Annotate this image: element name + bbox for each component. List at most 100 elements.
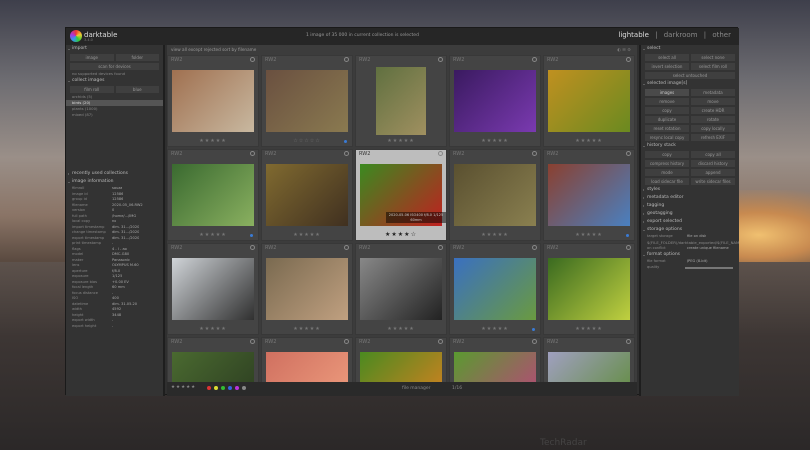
layout-dropdown[interactable]: file manager <box>402 386 431 391</box>
module-header[interactable]: geotagging <box>641 210 739 218</box>
action-button[interactable]: load sidecar file <box>645 178 689 185</box>
thumbnail-menu-icon[interactable] <box>626 339 631 344</box>
thumbnail-menu-icon[interactable] <box>344 151 349 156</box>
action-button[interactable]: append <box>691 169 735 176</box>
zoom-dropdown[interactable]: 1/16 <box>452 386 462 391</box>
thumbnail-cell[interactable]: RW2 ★★★★★ <box>449 55 541 147</box>
thumbnail-menu-icon[interactable] <box>250 57 255 62</box>
thumbnail-stars[interactable]: ★★★★★ <box>450 326 540 332</box>
thumbnail-menu-icon[interactable] <box>344 57 349 62</box>
thumbnail-cell[interactable]: RW2 ★★★★★ <box>167 149 259 241</box>
module-header[interactable]: tagging <box>641 202 739 210</box>
thumbnail-stars[interactable]: ★★★★★ <box>356 326 446 332</box>
color-label-dot[interactable] <box>207 386 211 390</box>
view-lighttable[interactable]: lightable <box>618 31 649 39</box>
format-options-header[interactable]: format options <box>641 251 739 259</box>
action-button[interactable]: rotate <box>691 116 735 123</box>
thumbnail-cell[interactable]: RW2 2020-05-06 ISO400 f/8.0 1/125 60mm ★★★… <box>355 149 447 241</box>
invert-selection-button[interactable]: invert selection <box>645 63 689 70</box>
thumbnail-stars[interactable]: ★★★★☆ <box>356 231 446 238</box>
thumbnail-menu-icon[interactable] <box>344 245 349 250</box>
thumbnail-cell[interactable]: RW2 ★★★★★ <box>543 243 635 335</box>
action-button[interactable]: reset rotation <box>645 125 689 132</box>
thumbnail-menu-icon[interactable] <box>438 339 443 344</box>
module-header[interactable]: metadata editor <box>641 194 739 202</box>
thumbnail-menu-icon[interactable] <box>250 339 255 344</box>
thumbnail-cell[interactable]: RW2 ★★★★★ <box>543 55 635 147</box>
thumbnail-cell[interactable]: RW2 ☆☆☆☆☆ <box>261 55 353 147</box>
target-storage-value[interactable]: file on disk <box>687 234 706 240</box>
color-label-dot[interactable] <box>235 386 239 390</box>
quality-slider[interactable] <box>685 266 733 269</box>
action-button[interactable]: copy <box>645 151 689 158</box>
tab-metadata[interactable]: metadata <box>691 89 735 96</box>
thumbnail-menu-icon[interactable] <box>532 339 537 344</box>
thumbnail-stars[interactable]: ★★★★★ <box>168 232 258 238</box>
collect-value-field[interactable]: blue <box>115 86 159 93</box>
thumbnail-cell[interactable]: RW2 ★★★★★ <box>449 149 541 241</box>
thumbnail-cell[interactable]: RW2 ★★★★★ <box>355 243 447 335</box>
thumbnail-cell[interactable]: RW2 ★★★★★ <box>261 149 353 241</box>
thumbnail-menu-icon[interactable] <box>626 245 631 250</box>
thumbnail-menu-icon[interactable] <box>250 245 255 250</box>
import-image-button[interactable]: image <box>70 54 114 61</box>
selected-images-header[interactable]: selected image[s] <box>641 80 739 88</box>
recent-collections-header[interactable]: recently used collections <box>66 170 163 178</box>
tab-images[interactable]: images <box>645 89 689 96</box>
action-button[interactable]: move <box>691 98 735 105</box>
thumbnail-cell[interactable]: RW2 ★★★★★ <box>355 55 447 147</box>
thumbnail-stars[interactable]: ★★★★★ <box>450 232 540 238</box>
color-label-dot[interactable] <box>214 386 218 390</box>
thumbnail-cell[interactable]: RW2 ★★★★★ <box>167 55 259 147</box>
view-filter-dropdown[interactable]: all except rejected <box>182 47 221 52</box>
thumbnail-menu-icon[interactable] <box>532 151 537 156</box>
thumbnail-menu-icon[interactable] <box>438 151 443 156</box>
file-format-value[interactable]: JPEG (8-bit) <box>687 259 708 265</box>
action-button[interactable]: discard history <box>691 160 735 167</box>
select-untouched-button[interactable]: select untouched <box>645 72 735 79</box>
rating-stars[interactable]: ★★★★★ <box>171 385 196 390</box>
thumbnail-stars[interactable]: ★★★★★ <box>262 326 352 332</box>
thumbnail-cell[interactable]: RW2 ★★★★★ <box>167 243 259 335</box>
thumbnail-stars[interactable]: ★★★★★ <box>356 138 446 144</box>
thumbnail-menu-icon[interactable] <box>532 57 537 62</box>
thumbnail-stars[interactable]: ★★★★★ <box>544 232 634 238</box>
select-section-header[interactable]: select <box>641 45 739 53</box>
thumbnail-cell[interactable]: RW2 ★★★★★ <box>543 149 635 241</box>
storage-options-header[interactable]: storage options <box>641 226 739 234</box>
action-button[interactable]: compress history <box>645 160 689 167</box>
thumbnail-stars[interactable]: ★★★★★ <box>168 326 258 332</box>
thumbnail-menu-icon[interactable] <box>438 57 443 62</box>
history-stack-header[interactable]: history stack <box>641 142 739 150</box>
thumbnail-menu-icon[interactable] <box>344 339 349 344</box>
action-button[interactable]: copy locally <box>691 125 735 132</box>
action-button[interactable]: duplicate <box>645 116 689 123</box>
thumbnail-cell[interactable]: RW2 ★★★★★ <box>449 243 541 335</box>
color-label-dot[interactable] <box>242 386 246 390</box>
thumbnail-stars[interactable]: ★★★★★ <box>168 138 258 144</box>
thumbnail-menu-icon[interactable] <box>438 245 443 250</box>
thumbnail-menu-icon[interactable] <box>250 151 255 156</box>
select-film-roll-button[interactable]: select film roll <box>691 63 735 70</box>
action-button[interactable]: copy <box>645 107 689 114</box>
action-button[interactable]: write sidecar files <box>691 178 735 185</box>
thumbnail-menu-icon[interactable] <box>626 57 631 62</box>
module-header[interactable]: export selected <box>641 218 739 226</box>
action-button[interactable]: remove <box>645 98 689 105</box>
select-all-button[interactable]: select all <box>645 54 689 61</box>
thumbnail-stars[interactable]: ★★★★★ <box>544 326 634 332</box>
filter-bar-icons[interactable]: ◐ ☰ ⚙ <box>617 45 631 54</box>
import-section-header[interactable]: import <box>66 45 163 53</box>
collect-section-header[interactable]: collect images <box>66 77 163 85</box>
color-labels[interactable] <box>207 386 249 392</box>
thumbnail-stars[interactable]: ★★★★★ <box>262 232 352 238</box>
view-darkroom[interactable]: darkroom <box>664 31 698 39</box>
action-button[interactable]: refresh EXIF <box>691 134 735 141</box>
thumbnail-stars[interactable]: ★★★★★ <box>450 138 540 144</box>
color-label-dot[interactable] <box>221 386 225 390</box>
thumbnail-stars[interactable]: ★★★★★ <box>544 138 634 144</box>
thumbnail-cell[interactable]: RW2 ★★★★★ <box>261 243 353 335</box>
select-none-button[interactable]: select none <box>691 54 735 61</box>
scan-devices-button[interactable]: scan for devices <box>70 63 159 70</box>
import-folder-button[interactable]: folder <box>115 54 159 61</box>
